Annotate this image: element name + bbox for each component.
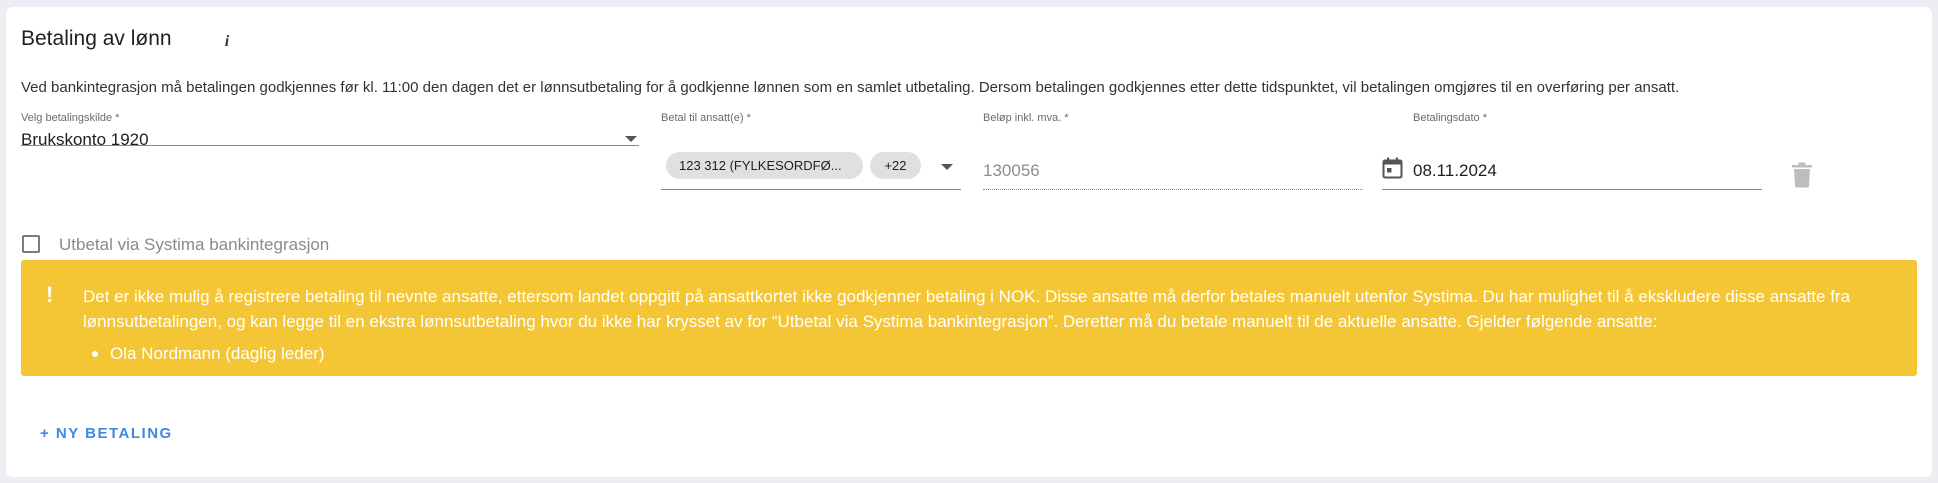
description-text: Ved bankintegrasjon må betalingen godkje… bbox=[21, 79, 1680, 96]
bank-integration-label: Utbetal via Systima bankintegrasjon bbox=[59, 235, 330, 254]
info-icon[interactable]: i bbox=[216, 31, 238, 53]
field-underline bbox=[1382, 189, 1762, 190]
chevron-down-icon[interactable] bbox=[941, 164, 953, 170]
calendar-icon[interactable] bbox=[1382, 157, 1403, 179]
warning-employee-list: Ola Nordmann (daglig leder) bbox=[83, 341, 325, 366]
amount-field[interactable]: Beløp inkl. mva. * 130056 bbox=[983, 112, 1363, 191]
amount-label: Beløp inkl. mva. * bbox=[983, 112, 1069, 124]
field-underline bbox=[21, 145, 639, 146]
payment-source-value: Brukskonto 1920 bbox=[21, 130, 149, 149]
payment-date-field[interactable]: Betalingsdato * 08.11.2024 bbox=[1382, 112, 1762, 191]
amount-value: 130056 bbox=[983, 161, 1040, 180]
chevron-down-icon[interactable] bbox=[625, 136, 637, 142]
bank-integration-checkbox[interactable] bbox=[22, 235, 40, 253]
list-item: Ola Nordmann (daglig leder) bbox=[83, 341, 325, 366]
exclamation-icon: ! bbox=[46, 282, 54, 307]
field-underline bbox=[661, 189, 961, 190]
warning-alert: ! Det er ikke mulig å registrere betalin… bbox=[21, 260, 1917, 376]
add-payment-button[interactable]: + NY BETALING bbox=[40, 425, 173, 442]
payment-card: Betaling av lønn i Ved bankintegrasjon m… bbox=[6, 7, 1932, 477]
employee-chip[interactable]: 123 312 (FYLKESORDFØ... bbox=[666, 152, 863, 179]
page-title: Betaling av lønn bbox=[21, 27, 172, 50]
payment-date-label: Betalingsdato * bbox=[1413, 112, 1487, 124]
payment-date-value: 08.11.2024 bbox=[1413, 161, 1497, 180]
more-employees-chip[interactable]: +22 bbox=[870, 152, 921, 179]
employees-label: Betal til ansatt(e) * bbox=[661, 112, 751, 124]
trash-icon[interactable] bbox=[1791, 162, 1813, 188]
payment-source-label: Velg betalingskilde * bbox=[21, 112, 120, 124]
field-underline bbox=[983, 189, 1363, 190]
payment-source-select[interactable]: Velg betalingskilde * Brukskonto 1920 bbox=[21, 112, 639, 149]
warning-text: Det er ikke mulig å registrere betaling … bbox=[83, 287, 1851, 331]
